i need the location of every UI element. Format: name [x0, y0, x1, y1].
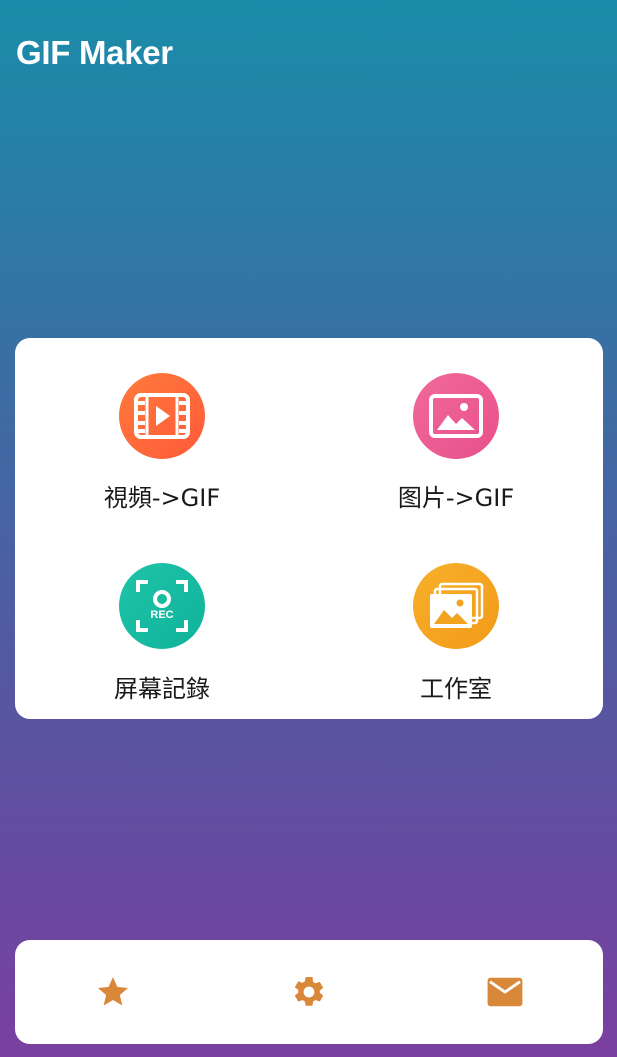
gallery-icon [413, 563, 499, 649]
app-title: GIF Maker [16, 34, 173, 71]
image-to-gif-button[interactable]: 图片->GIF [309, 338, 603, 528]
menu-card: 視頻->GIF 图片->GIF REC 屏幕記錄 工作室 [15, 338, 603, 719]
settings-button[interactable] [289, 972, 329, 1012]
screen-record-icon: REC [119, 563, 205, 649]
star-icon [98, 977, 128, 1006]
image-icon [413, 373, 499, 459]
image-to-gif-label: 图片->GIF [397, 484, 515, 512]
screen-record-label: 屏幕記錄 [114, 675, 210, 703]
studio-button[interactable]: 工作室 [309, 528, 603, 718]
screen-record-button[interactable]: REC 屏幕記錄 [15, 528, 309, 718]
star-button[interactable] [93, 972, 133, 1012]
mail-icon [487, 977, 523, 1007]
mail-button[interactable] [485, 972, 525, 1012]
video-icon [119, 373, 205, 459]
studio-label: 工作室 [420, 675, 492, 703]
video-to-gif-label: 視頻->GIF [103, 484, 221, 512]
gear-icon [294, 976, 324, 1006]
svg-text:REC: REC [150, 609, 173, 621]
video-to-gif-button[interactable]: 視頻->GIF [15, 338, 309, 528]
bottom-bar [15, 940, 603, 1044]
